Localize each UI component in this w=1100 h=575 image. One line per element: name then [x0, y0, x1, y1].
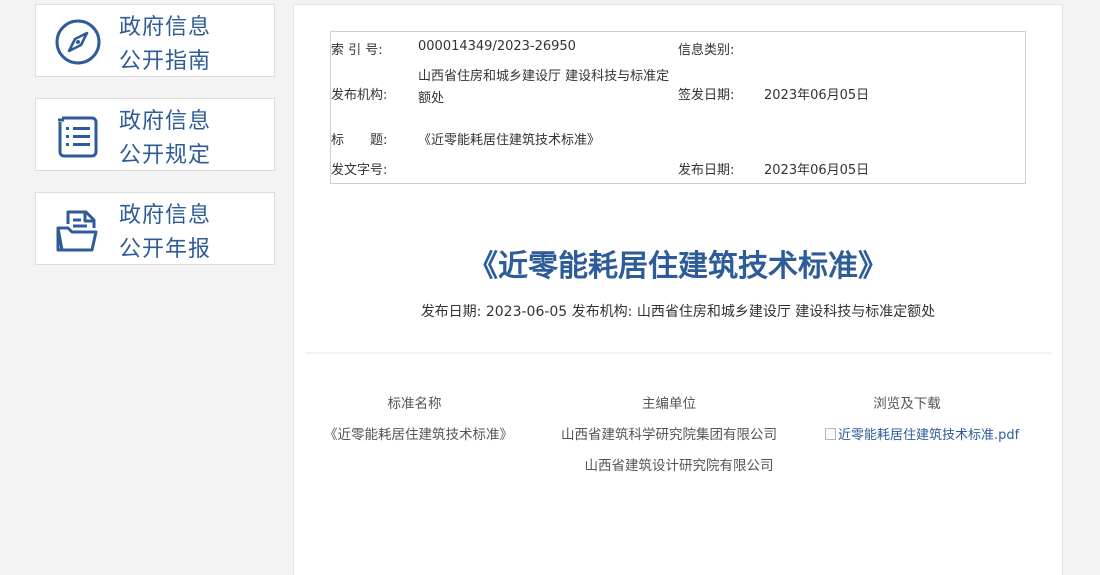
compass-icon — [55, 19, 101, 65]
page-title: 《近零能耗居住建筑技术标准》 — [468, 249, 888, 284]
sidebar-item-label: 政府信息 公开指南 — [119, 15, 212, 74]
editor-cell: 山西省建筑设计研究院有限公司 — [584, 458, 774, 474]
divider — [306, 352, 1052, 354]
standard-name-cell: 《近零能耗居住建筑技术标准》 — [324, 427, 513, 443]
main-content: 索 引 号: 000014349/2023-26950 信息类别: 发布机构: … — [293, 4, 1063, 575]
sidebar-item-annual-report[interactable]: 政府信息 公开年报 — [35, 192, 275, 265]
broken-image-icon — [825, 428, 836, 440]
pdf-download-link[interactable]: 近零能耗居住建筑技术标准.pdf — [825, 424, 1019, 443]
title-label: 标 题: — [331, 133, 388, 148]
org-label: 发布机构: — [331, 88, 388, 103]
org-value: 山西省住房和城乡建设厅 建设科技与标准定额处 — [418, 69, 670, 106]
pdf-download-label: 近零能耗居住建筑技术标准.pdf — [838, 428, 1020, 443]
doc-number-label: 发文字号: — [331, 163, 388, 178]
publish-info: 发布日期: 2023-06-05 发布机构: 山西省住房和城乡建设厅 建设科技与… — [420, 304, 936, 320]
title-value: 《近零能耗居住建筑技术标准》 — [418, 133, 601, 148]
index-label: 索 引 号: — [331, 43, 383, 58]
sidebar-item-label: 政府信息 公开年报 — [119, 203, 212, 262]
sidebar-item-guide[interactable]: 政府信息 公开指南 — [35, 4, 275, 77]
column-header-editor: 主编单位 — [642, 396, 696, 412]
metadata-table: 索 引 号: 000014349/2023-26950 信息类别: 发布机构: … — [330, 31, 1026, 184]
index-value: 000014349/2023-26950 — [418, 39, 576, 54]
sidebar-item-regulations[interactable]: 政府信息 公开规定 — [35, 98, 275, 171]
editor-cell: 山西省建筑科学研究院集团有限公司 — [561, 427, 777, 443]
sidebar: 政府信息 公开指南 政府信息 公开规定 政府信息 公开年报 — [35, 4, 275, 286]
open-folder-icon — [56, 210, 98, 252]
column-header-download: 浏览及下载 — [873, 396, 941, 412]
category-label: 信息类别: — [678, 43, 735, 58]
sign-date-value: 2023年06月05日 — [764, 88, 870, 103]
sidebar-item-label: 政府信息 公开规定 — [119, 109, 212, 168]
sign-date-label: 签发日期: — [678, 88, 735, 103]
publish-date-value: 2023年06月05日 — [764, 163, 870, 178]
publish-date-label: 发布日期: — [678, 163, 735, 178]
column-header-standard-name: 标准名称 — [387, 396, 442, 412]
document-list-icon — [58, 116, 98, 158]
